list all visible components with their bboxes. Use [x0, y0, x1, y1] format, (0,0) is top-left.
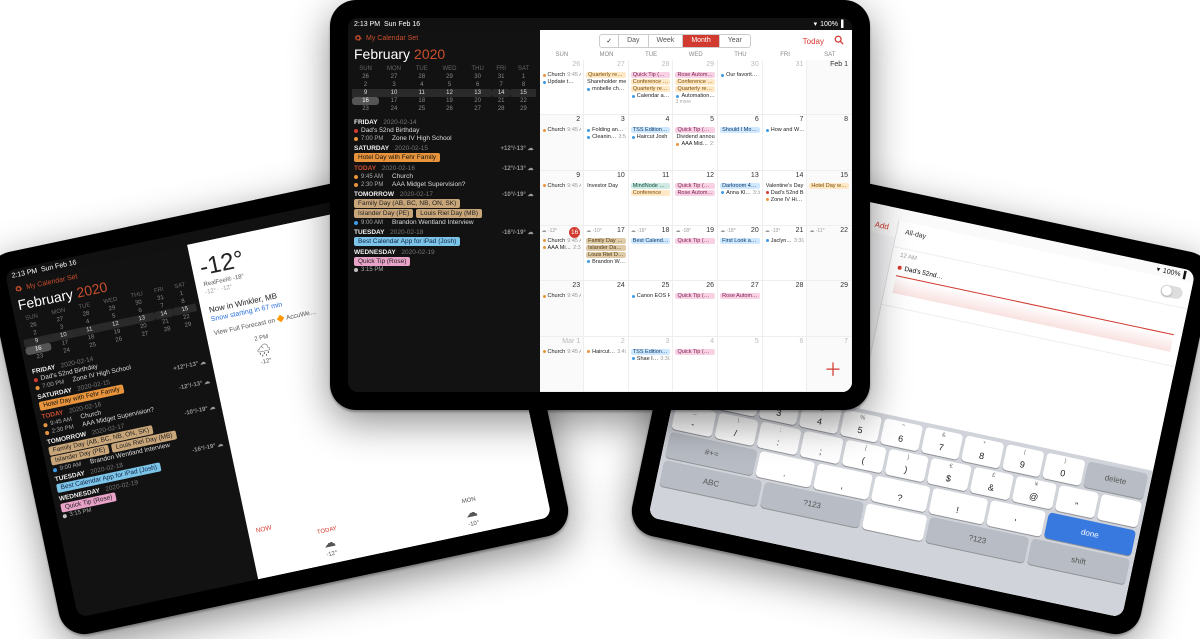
day-cell[interactable]: 21☁ -13°Jaclyn… 3:30 PM [763, 226, 808, 281]
day-cell[interactable]: 6Should I Move fr… [718, 115, 763, 170]
day-cell[interactable]: 20☁ -18°First Look at Sa… [718, 226, 763, 281]
day-cell[interactable]: 26Quick Tip (Rose) [673, 281, 718, 336]
allday-toggle[interactable] [1160, 284, 1184, 300]
key[interactable] [1097, 493, 1142, 527]
add-button[interactable]: Add [874, 220, 890, 232]
day-cell[interactable]: 19☁ -18°Quick Tip (Rose) [673, 226, 718, 281]
day-cell[interactable]: 6 [763, 337, 808, 392]
day-cell[interactable]: 28 [763, 281, 808, 336]
segment-check[interactable]: ✓ [600, 35, 619, 47]
calendar-set-label[interactable]: My Calendar Set [366, 35, 418, 42]
key[interactable]: *8 [961, 435, 1004, 468]
day-cell[interactable]: 16☁ -12°Church 9:45 AMAAA Mi… 2:30 PM [540, 226, 585, 281]
day-cell[interactable]: 18☁ -16°Best Calendar A… [629, 226, 674, 281]
day-cell[interactable]: 30Our favorit… 12 PM [718, 60, 763, 115]
day-cell[interactable]: 27Quarterly resul…Shareholder me…mobelle… [584, 60, 629, 115]
search-icon[interactable] [834, 35, 844, 47]
day-cell[interactable]: 24 [584, 281, 629, 336]
day-cell[interactable]: 17☁ -10°Family Day (AB…Islander Day (PE)… [584, 226, 629, 281]
wifi-icon: ▾ [814, 20, 818, 28]
ipad-center: 2:13 PM Sun Feb 16 ▾100%▌ My Calendar Se… [330, 0, 870, 410]
key[interactable]: £& [969, 466, 1014, 500]
month-grid[interactable]: 26Church 9:45 AMUpdate t…27Quarterly res… [540, 60, 852, 392]
day-cell[interactable]: 3Folding an… 9 AMCleanin… 3:50 PM [584, 115, 629, 170]
gear-icon[interactable] [354, 34, 362, 42]
segment-week[interactable]: Week [649, 35, 684, 47]
day-cell[interactable]: 2Haircut… 3:45 PM [584, 337, 629, 392]
day-cell[interactable]: 10Investor Day [584, 171, 629, 226]
day-cell[interactable]: 7How and W… 8 AM [763, 115, 808, 170]
day-cell[interactable]: 14Valentine's DayDad's 52nd Birt…Zone IV… [763, 171, 808, 226]
segment-year[interactable]: Year [720, 35, 750, 47]
day-cell[interactable]: 22☁ -11° [807, 226, 852, 281]
day-cell[interactable]: 4TSS Edition…Haircut Josh 1 PM [629, 115, 674, 170]
key[interactable]: ¥@ [1012, 475, 1057, 509]
key[interactable]: (9 [1002, 443, 1045, 476]
key[interactable]: ^6 [880, 418, 923, 451]
dow-header: SUNMONTUEWEDTHUFRISAT [540, 52, 852, 60]
day-cell[interactable]: 11MindNode Clas…Conference [629, 171, 674, 226]
day-cell[interactable]: 23Church 9:45 AM [540, 281, 585, 336]
day-cell[interactable]: 27Rose Automatio… [718, 281, 763, 336]
day-cell[interactable]: Mar 1Church 9:45 AM [540, 337, 585, 392]
agenda-list[interactable]: FRIDAY 2020-02-14Dad's 52nd Birthday7:00… [348, 116, 540, 392]
key[interactable]: {( [842, 439, 887, 473]
mini-calendar[interactable]: SUNMONTUEWEDTHUFRISAT2627282930311234567… [348, 65, 540, 116]
key[interactable]: \/ [714, 412, 759, 446]
day-cell[interactable]: 9Church 9:45 AM [540, 171, 585, 226]
day-cell[interactable]: 5Quick Tip (Rose)Dividend annou…AAA Mid…… [673, 115, 718, 170]
day-cell[interactable]: 29Rose Automatio…Conference Call…Quarter… [673, 60, 718, 115]
now-label: NOW [255, 525, 272, 535]
key[interactable]: " [1055, 484, 1100, 518]
day-cell[interactable]: 2Church 9:45 AM [540, 115, 585, 170]
today-button[interactable]: Today [803, 37, 824, 46]
day-cell[interactable]: 26Church 9:45 AMUpdate t… [540, 60, 585, 115]
day-cell[interactable]: 28Quick Tip (Rose)Conference Call…Quarte… [629, 60, 674, 115]
day-cell[interactable]: 5 [718, 337, 763, 392]
key[interactable]: €$ [927, 457, 972, 491]
day-cell[interactable]: 25Canon EOS R m… [629, 281, 674, 336]
gear-icon[interactable] [14, 284, 23, 293]
month-pane: ✓ Day Week Month Year Today SUNMONTUEWED… [540, 30, 852, 392]
add-event-button[interactable]: ＋ [824, 356, 842, 382]
sidebar: My Calendar Set February2020 SUNMONTUEWE… [348, 30, 540, 392]
day-cell[interactable]: 31 [763, 60, 808, 115]
day-cell[interactable]: 8 [807, 115, 852, 170]
day-cell[interactable]: 3TSS Edition…Shae I… 3:30 PM [629, 337, 674, 392]
segment-day[interactable]: Day [619, 35, 648, 47]
day-cell[interactable]: 15Hotel Day with… [807, 171, 852, 226]
day-cell[interactable]: 29 [807, 281, 852, 336]
day-cell[interactable]: 13Darkroom 4.4 U…Anna Kl… 3:30 PM [718, 171, 763, 226]
day-cell[interactable]: 4Quick Tip (Rose) [673, 337, 718, 392]
key[interactable]: )0 [1042, 452, 1085, 485]
key[interactable]: ;: [756, 421, 801, 455]
segment-month[interactable]: Month [683, 35, 719, 47]
key[interactable]: }) [884, 448, 929, 482]
month-title: February2020 [348, 44, 540, 65]
day-cell[interactable]: 12Quick Tip (Rose)Rose Automatio… [673, 171, 718, 226]
key[interactable]: ; [799, 430, 844, 464]
battery-icon: ▌ [841, 21, 846, 28]
status-bar: 2:13 PM Sun Feb 16 ▾100%▌ [348, 18, 852, 30]
day-cell[interactable]: Feb 1 [807, 60, 852, 115]
key[interactable]: %5 [840, 409, 883, 442]
key[interactable]: &7 [921, 426, 964, 459]
view-segments[interactable]: ✓ Day Week Month Year [599, 34, 751, 48]
